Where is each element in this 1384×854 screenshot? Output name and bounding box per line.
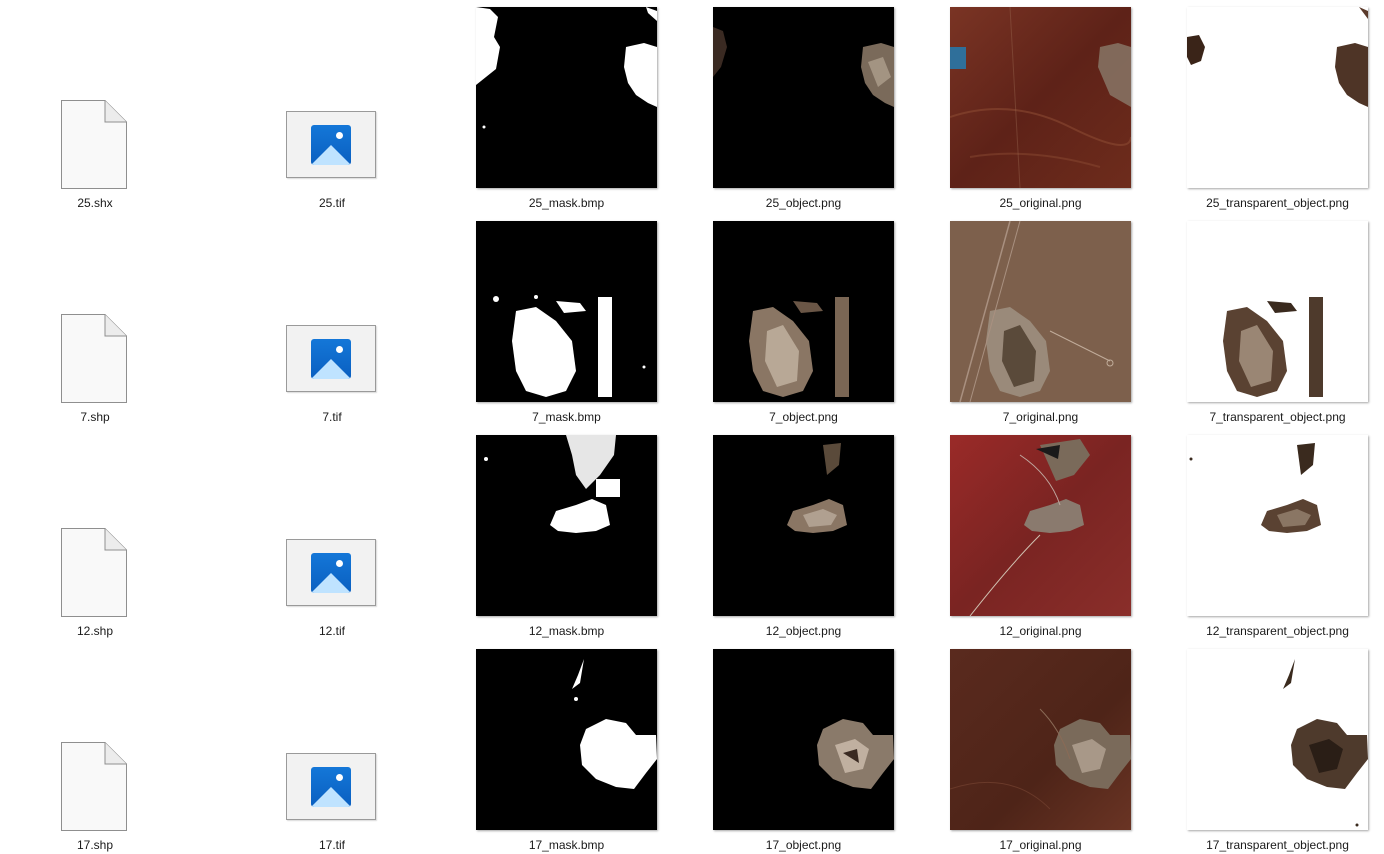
mask-image xyxy=(476,7,657,188)
file-name: 12_original.png xyxy=(999,624,1082,638)
transparent-thumbnail[interactable]: 7_transparent_object.png xyxy=(1187,221,1368,424)
file-name: 17_transparent_object.png xyxy=(1206,838,1349,852)
file-tile[interactable]: 17.tif xyxy=(0,642,376,854)
file-tile[interactable]: 7.tif xyxy=(0,214,376,428)
mask-image xyxy=(476,435,657,616)
original-image xyxy=(950,649,1131,830)
file-name: 7_original.png xyxy=(1002,410,1079,424)
satellite-thumbnail[interactable]: 12_original.png xyxy=(950,435,1131,638)
satellite-thumbnail[interactable]: 25_original.png xyxy=(950,7,1131,210)
file-name: 7.tif xyxy=(322,410,342,424)
object-image xyxy=(713,221,894,402)
original-image xyxy=(950,7,1131,188)
photo-icon xyxy=(286,325,376,392)
transparent-object-image xyxy=(1187,221,1368,402)
transparent-object-image xyxy=(1187,435,1368,616)
file-name: 7_mask.bmp xyxy=(532,410,601,424)
file-name: 25_original.png xyxy=(999,196,1082,210)
mask-thumbnail[interactable]: 7_mask.bmp xyxy=(476,221,657,424)
transparent-thumbnail[interactable]: 17_transparent_object.png xyxy=(1187,649,1368,852)
file-name: 7_object.png xyxy=(769,410,838,424)
file-name: 17_original.png xyxy=(999,838,1082,852)
file-grid: 25.shx 25.tif 25_mask.bmp 25_object.png xyxy=(0,0,1384,854)
mask-thumbnail[interactable]: 12_mask.bmp xyxy=(476,435,657,638)
original-image xyxy=(950,221,1131,402)
object-thumbnail[interactable]: 12_object.png xyxy=(713,435,894,638)
file-tile[interactable]: 12.tif xyxy=(0,428,376,642)
object-thumbnail[interactable]: 7_object.png xyxy=(713,221,894,424)
transparent-object-image xyxy=(1187,7,1368,188)
object-image xyxy=(713,435,894,616)
file-name: 12_mask.bmp xyxy=(528,624,605,638)
original-image xyxy=(950,435,1131,616)
file-name: 25_transparent_object.png xyxy=(1206,196,1349,210)
mask-thumbnail[interactable]: 25_mask.bmp xyxy=(476,7,657,210)
mask-thumbnail[interactable]: 17_mask.bmp xyxy=(476,649,657,852)
file-name: 12.tif xyxy=(318,624,345,638)
file-name: 17_object.png xyxy=(765,838,842,852)
file-name: 17.tif xyxy=(318,838,345,852)
file-tile[interactable]: 25.tif xyxy=(0,0,376,214)
mask-image xyxy=(476,221,657,402)
transparent-thumbnail[interactable]: 25_transparent_object.png xyxy=(1187,7,1368,210)
photo-icon xyxy=(286,539,376,606)
file-name: 25_mask.bmp xyxy=(528,196,605,210)
file-name: 12_object.png xyxy=(765,624,842,638)
satellite-thumbnail[interactable]: 17_original.png xyxy=(950,649,1131,852)
photo-icon xyxy=(286,111,376,178)
object-image xyxy=(713,649,894,830)
transparent-thumbnail[interactable]: 12_transparent_object.png xyxy=(1187,435,1368,638)
file-name: 25_object.png xyxy=(765,196,842,210)
photo-icon xyxy=(286,753,376,820)
object-image xyxy=(713,7,894,188)
object-thumbnail[interactable]: 17_object.png xyxy=(713,649,894,852)
satellite-thumbnail[interactable]: 7_original.png xyxy=(950,221,1131,424)
transparent-object-image xyxy=(1187,649,1368,830)
file-name: 17_mask.bmp xyxy=(528,838,605,852)
object-thumbnail[interactable]: 25_object.png xyxy=(713,7,894,210)
file-name: 7_transparent_object.png xyxy=(1209,410,1346,424)
file-name: 12_transparent_object.png xyxy=(1206,624,1349,638)
mask-image xyxy=(476,649,657,830)
file-name: 25.tif xyxy=(318,196,345,210)
